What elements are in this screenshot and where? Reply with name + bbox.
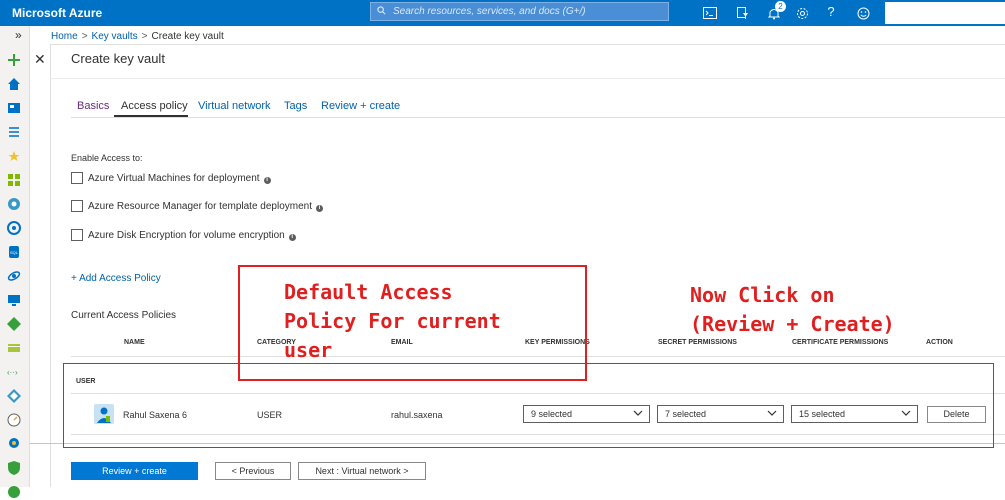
blade-left-border [50, 44, 51, 487]
arm-deployment-checkbox[interactable] [71, 200, 83, 212]
page-title: Create key vault [71, 51, 165, 66]
notifications-bell-icon[interactable]: 2 [764, 1, 786, 23]
virtual-machines-icon[interactable] [6, 292, 22, 308]
column-header-name: NAME [124, 339, 145, 346]
column-header-certificate-permissions: CERTIFICATE PERMISSIONS [792, 339, 889, 346]
tab-virtual-network[interactable]: Virtual network [198, 100, 271, 112]
info-icon[interactable]: i [316, 205, 324, 212]
feedback-smiley-icon[interactable] [853, 3, 873, 23]
top-bar: Microsoft Azure Search resources, servic… [0, 0, 1005, 26]
account-area[interactable] [885, 2, 1005, 24]
arm-deployment-label: Azure Resource Manager for template depl… [88, 201, 324, 212]
tab-tags[interactable]: Tags [284, 100, 307, 112]
azure-ad-icon[interactable] [6, 388, 22, 404]
tab-access-policy[interactable]: Access policy [121, 100, 188, 112]
brand-title[interactable]: Microsoft Azure [12, 6, 102, 20]
create-resource-plus-icon[interactable] [6, 52, 22, 68]
sql-databases-icon[interactable]: SQL [6, 244, 22, 260]
monitor-icon[interactable] [6, 412, 22, 428]
search-box[interactable]: Search resources, services, and docs (G+… [370, 2, 669, 21]
notification-badge: 2 [775, 1, 786, 12]
disk-encryption-checkbox[interactable] [71, 229, 83, 241]
directory-filter-icon[interactable] [733, 3, 753, 23]
favorites-star-icon[interactable] [6, 148, 22, 164]
add-access-policy-link[interactable]: + Add Access Policy [71, 273, 161, 284]
expand-menu-icon[interactable]: » [15, 28, 22, 42]
enable-access-heading: Enable Access to: [71, 153, 143, 163]
svg-text:SQL: SQL [10, 250, 19, 255]
review-create-button[interactable]: Review + create [71, 462, 198, 480]
cost-management-icon[interactable] [6, 484, 22, 500]
previous-button[interactable]: < Previous [215, 462, 291, 480]
breadcrumb: Home > Key vaults > Create key vault [51, 31, 224, 42]
virtual-networks-icon[interactable]: ‹··› [6, 364, 22, 380]
info-icon[interactable]: i [263, 177, 271, 184]
cloud-shell-icon[interactable] [700, 3, 720, 23]
resource-groups-icon[interactable] [6, 196, 22, 212]
storage-accounts-icon[interactable] [6, 340, 22, 356]
app-services-icon[interactable] [6, 220, 22, 236]
disk-encryption-label: Azure Disk Encryption for volume encrypt… [88, 230, 296, 241]
dashboard-icon[interactable] [6, 100, 22, 116]
cosmos-db-icon[interactable] [6, 268, 22, 284]
left-navigation: » SQL ‹··› [0, 26, 30, 498]
search-icon [377, 6, 386, 15]
search-placeholder: Search resources, services, and docs (G+… [393, 6, 586, 17]
home-icon[interactable] [6, 76, 22, 92]
security-center-icon[interactable] [6, 460, 22, 476]
advisor-icon[interactable] [6, 436, 22, 452]
help-question-icon[interactable]: ? [821, 3, 841, 23]
annotation-default-policy-text: Default Access Policy For current user [284, 280, 501, 362]
current-policies-heading: Current Access Policies [71, 310, 177, 321]
tab-review-create[interactable]: Review + create [321, 100, 400, 112]
tab-basics[interactable]: Basics [77, 100, 109, 112]
column-header-secret-permissions: SECRET PERMISSIONS [658, 339, 737, 346]
all-resources-grid-icon[interactable] [6, 172, 22, 188]
blade-top-border [50, 44, 1005, 45]
annotation-instruction-text: Now Click on (Review + Create) [690, 283, 895, 336]
column-header-action: ACTION [926, 339, 953, 346]
vm-deployment-checkbox[interactable] [71, 172, 83, 184]
next-virtual-network-button[interactable]: Next : Virtual network > [298, 462, 426, 480]
breadcrumb-home[interactable]: Home [51, 31, 78, 42]
breadcrumb-current: Create key vault [151, 31, 224, 42]
svg-text:‹··›: ‹··› [7, 368, 18, 377]
tabs-divider [71, 117, 1005, 118]
close-blade-icon[interactable]: ✕ [34, 51, 46, 68]
settings-gear-icon[interactable] [792, 3, 812, 23]
annotation-box-policy-row [63, 363, 994, 448]
load-balancers-icon[interactable] [6, 316, 22, 332]
title-divider [50, 78, 1005, 79]
info-icon[interactable]: i [288, 234, 296, 241]
breadcrumb-key-vaults[interactable]: Key vaults [92, 31, 138, 42]
all-services-list-icon[interactable] [6, 124, 22, 140]
vm-deployment-label: Azure Virtual Machines for deployment i [88, 173, 271, 184]
